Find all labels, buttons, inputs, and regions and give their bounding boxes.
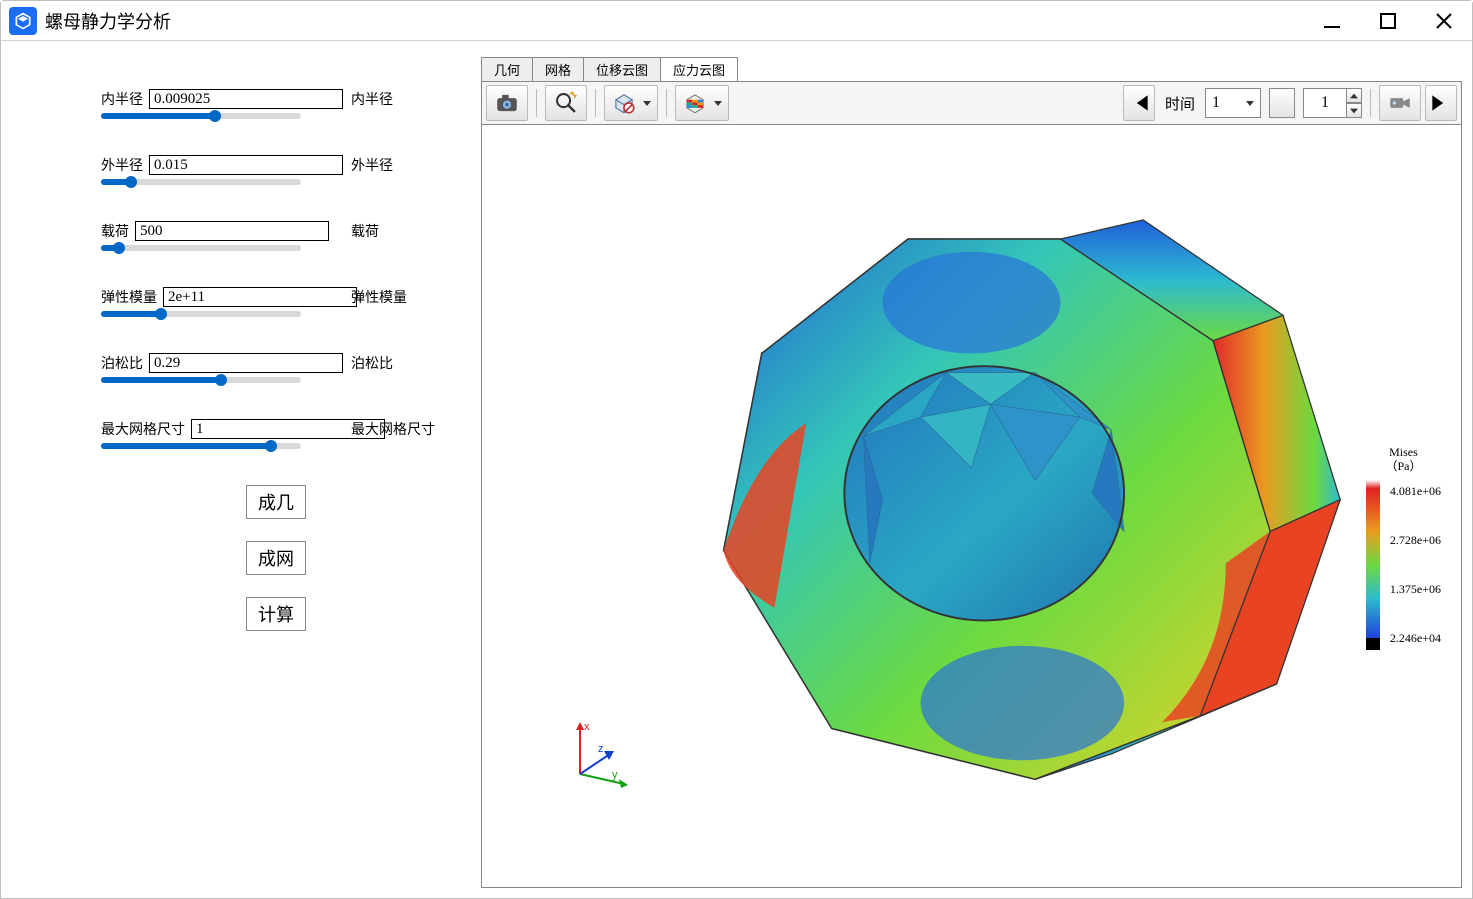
maximize-button[interactable] xyxy=(1376,9,1400,33)
time-value: 1 xyxy=(1212,94,1220,112)
svg-text:y: y xyxy=(612,769,618,781)
legend-title-1: Mises xyxy=(1389,445,1418,459)
param-description: 载荷 xyxy=(351,221,379,241)
legend-tick: 2.728e+06 xyxy=(1390,533,1441,548)
param-input-1[interactable] xyxy=(149,155,343,175)
first-frame-button[interactable] xyxy=(1123,85,1155,121)
play-button[interactable] xyxy=(1269,88,1295,118)
spin-down-button[interactable] xyxy=(1346,103,1362,118)
param-slider-5[interactable] xyxy=(101,443,301,449)
compute-button[interactable]: 计算 xyxy=(246,597,306,631)
param-input-4[interactable] xyxy=(149,353,343,373)
toolbar-separator xyxy=(595,89,596,117)
param-slider-1[interactable] xyxy=(101,179,301,185)
param-description: 弹性模量 xyxy=(351,287,407,307)
axis-triad: x y z xyxy=(562,712,642,797)
title-bar: 螺母静力学分析 xyxy=(1,1,1472,41)
transparency-button[interactable] xyxy=(604,85,658,121)
param-row-0: 内半径 内半径 xyxy=(101,89,451,119)
camera-view-button[interactable] xyxy=(1379,85,1421,121)
chevron-down-icon xyxy=(643,101,651,106)
3d-viewport[interactable]: x y z Mises （Pa） xyxy=(481,125,1462,888)
time-label: 时间 xyxy=(1165,93,1195,114)
viewer-panel: 几何网格位移云图应力云图 xyxy=(481,59,1462,888)
last-frame-button[interactable] xyxy=(1425,85,1457,121)
tab-1[interactable]: 网格 xyxy=(532,57,584,81)
tab-3[interactable]: 应力云图 xyxy=(660,57,738,81)
param-label: 载荷 xyxy=(101,221,129,241)
param-label: 外半径 xyxy=(101,155,143,175)
svg-text:z: z xyxy=(598,743,604,755)
zoom-extents-button[interactable] xyxy=(545,85,587,121)
screenshot-button[interactable] xyxy=(486,85,528,121)
param-row-4: 泊松比 泊松比 xyxy=(101,353,451,383)
tab-0[interactable]: 几何 xyxy=(481,57,533,81)
param-label: 泊松比 xyxy=(101,353,143,373)
content-area: 内半径 内半径 外半径 外半径 载荷 xyxy=(1,41,1472,898)
generate-mesh-button[interactable]: 成网 xyxy=(246,541,306,575)
chevron-down-icon xyxy=(714,101,722,106)
window-title: 螺母静力学分析 xyxy=(45,8,1320,34)
param-label: 最大网格尺寸 xyxy=(101,419,185,439)
param-slider-0[interactable] xyxy=(101,113,301,119)
param-slider-3[interactable] xyxy=(101,311,301,317)
param-description: 泊松比 xyxy=(351,353,393,373)
action-buttons: 成几 成网 计算 xyxy=(101,485,451,631)
colormap-button[interactable] xyxy=(675,85,729,121)
window-controls xyxy=(1320,9,1464,33)
time-select[interactable]: 1 xyxy=(1205,88,1261,118)
toolbar-separator xyxy=(666,89,667,117)
param-description: 最大网格尺寸 xyxy=(351,419,435,439)
legend-title-2: （Pa） xyxy=(1385,459,1421,473)
view-tabs: 几何网格位移云图应力云图 xyxy=(481,59,1462,81)
chevron-down-icon xyxy=(1246,101,1254,106)
param-slider-2[interactable] xyxy=(101,245,301,251)
param-input-2[interactable] xyxy=(135,221,329,241)
spin-up-button[interactable] xyxy=(1346,88,1362,103)
frame-spin[interactable]: 1 xyxy=(1303,88,1347,118)
param-row-2: 载荷 载荷 xyxy=(101,221,451,251)
legend-tick: 1.375e+06 xyxy=(1390,582,1441,597)
minimize-button[interactable] xyxy=(1320,9,1344,33)
toolbar-separator xyxy=(536,89,537,117)
param-row-1: 外半径 外半径 xyxy=(101,155,451,185)
param-row-3: 弹性模量 弹性模量 xyxy=(101,287,451,317)
legend-tick: 4.081e+06 xyxy=(1390,484,1441,499)
param-description: 外半径 xyxy=(351,155,393,175)
legend-tick: 2.246e+04 xyxy=(1390,631,1441,646)
param-label: 内半径 xyxy=(101,89,143,109)
param-label: 弹性模量 xyxy=(101,287,157,307)
app-window: 螺母静力学分析 内半径 内半径 外半径 xyxy=(0,0,1473,899)
svg-text:x: x xyxy=(584,721,590,733)
param-slider-4[interactable] xyxy=(101,377,301,383)
param-row-5: 最大网格尺寸 最大网格尺寸 xyxy=(101,419,451,449)
color-legend: Mises （Pa） xyxy=(1366,445,1441,650)
viewer-toolbar: 时间 1 1 xyxy=(481,81,1462,125)
parameter-panel: 内半径 内半径 外半径 外半径 载荷 xyxy=(11,59,481,888)
close-button[interactable] xyxy=(1432,9,1456,33)
param-input-3[interactable] xyxy=(163,287,357,307)
param-input-0[interactable] xyxy=(149,89,343,109)
toolbar-separator xyxy=(1370,89,1371,117)
tab-2[interactable]: 位移云图 xyxy=(583,57,661,81)
generate-geometry-button[interactable]: 成几 xyxy=(246,485,306,519)
param-description: 内半径 xyxy=(351,89,393,109)
app-icon xyxy=(9,7,37,35)
